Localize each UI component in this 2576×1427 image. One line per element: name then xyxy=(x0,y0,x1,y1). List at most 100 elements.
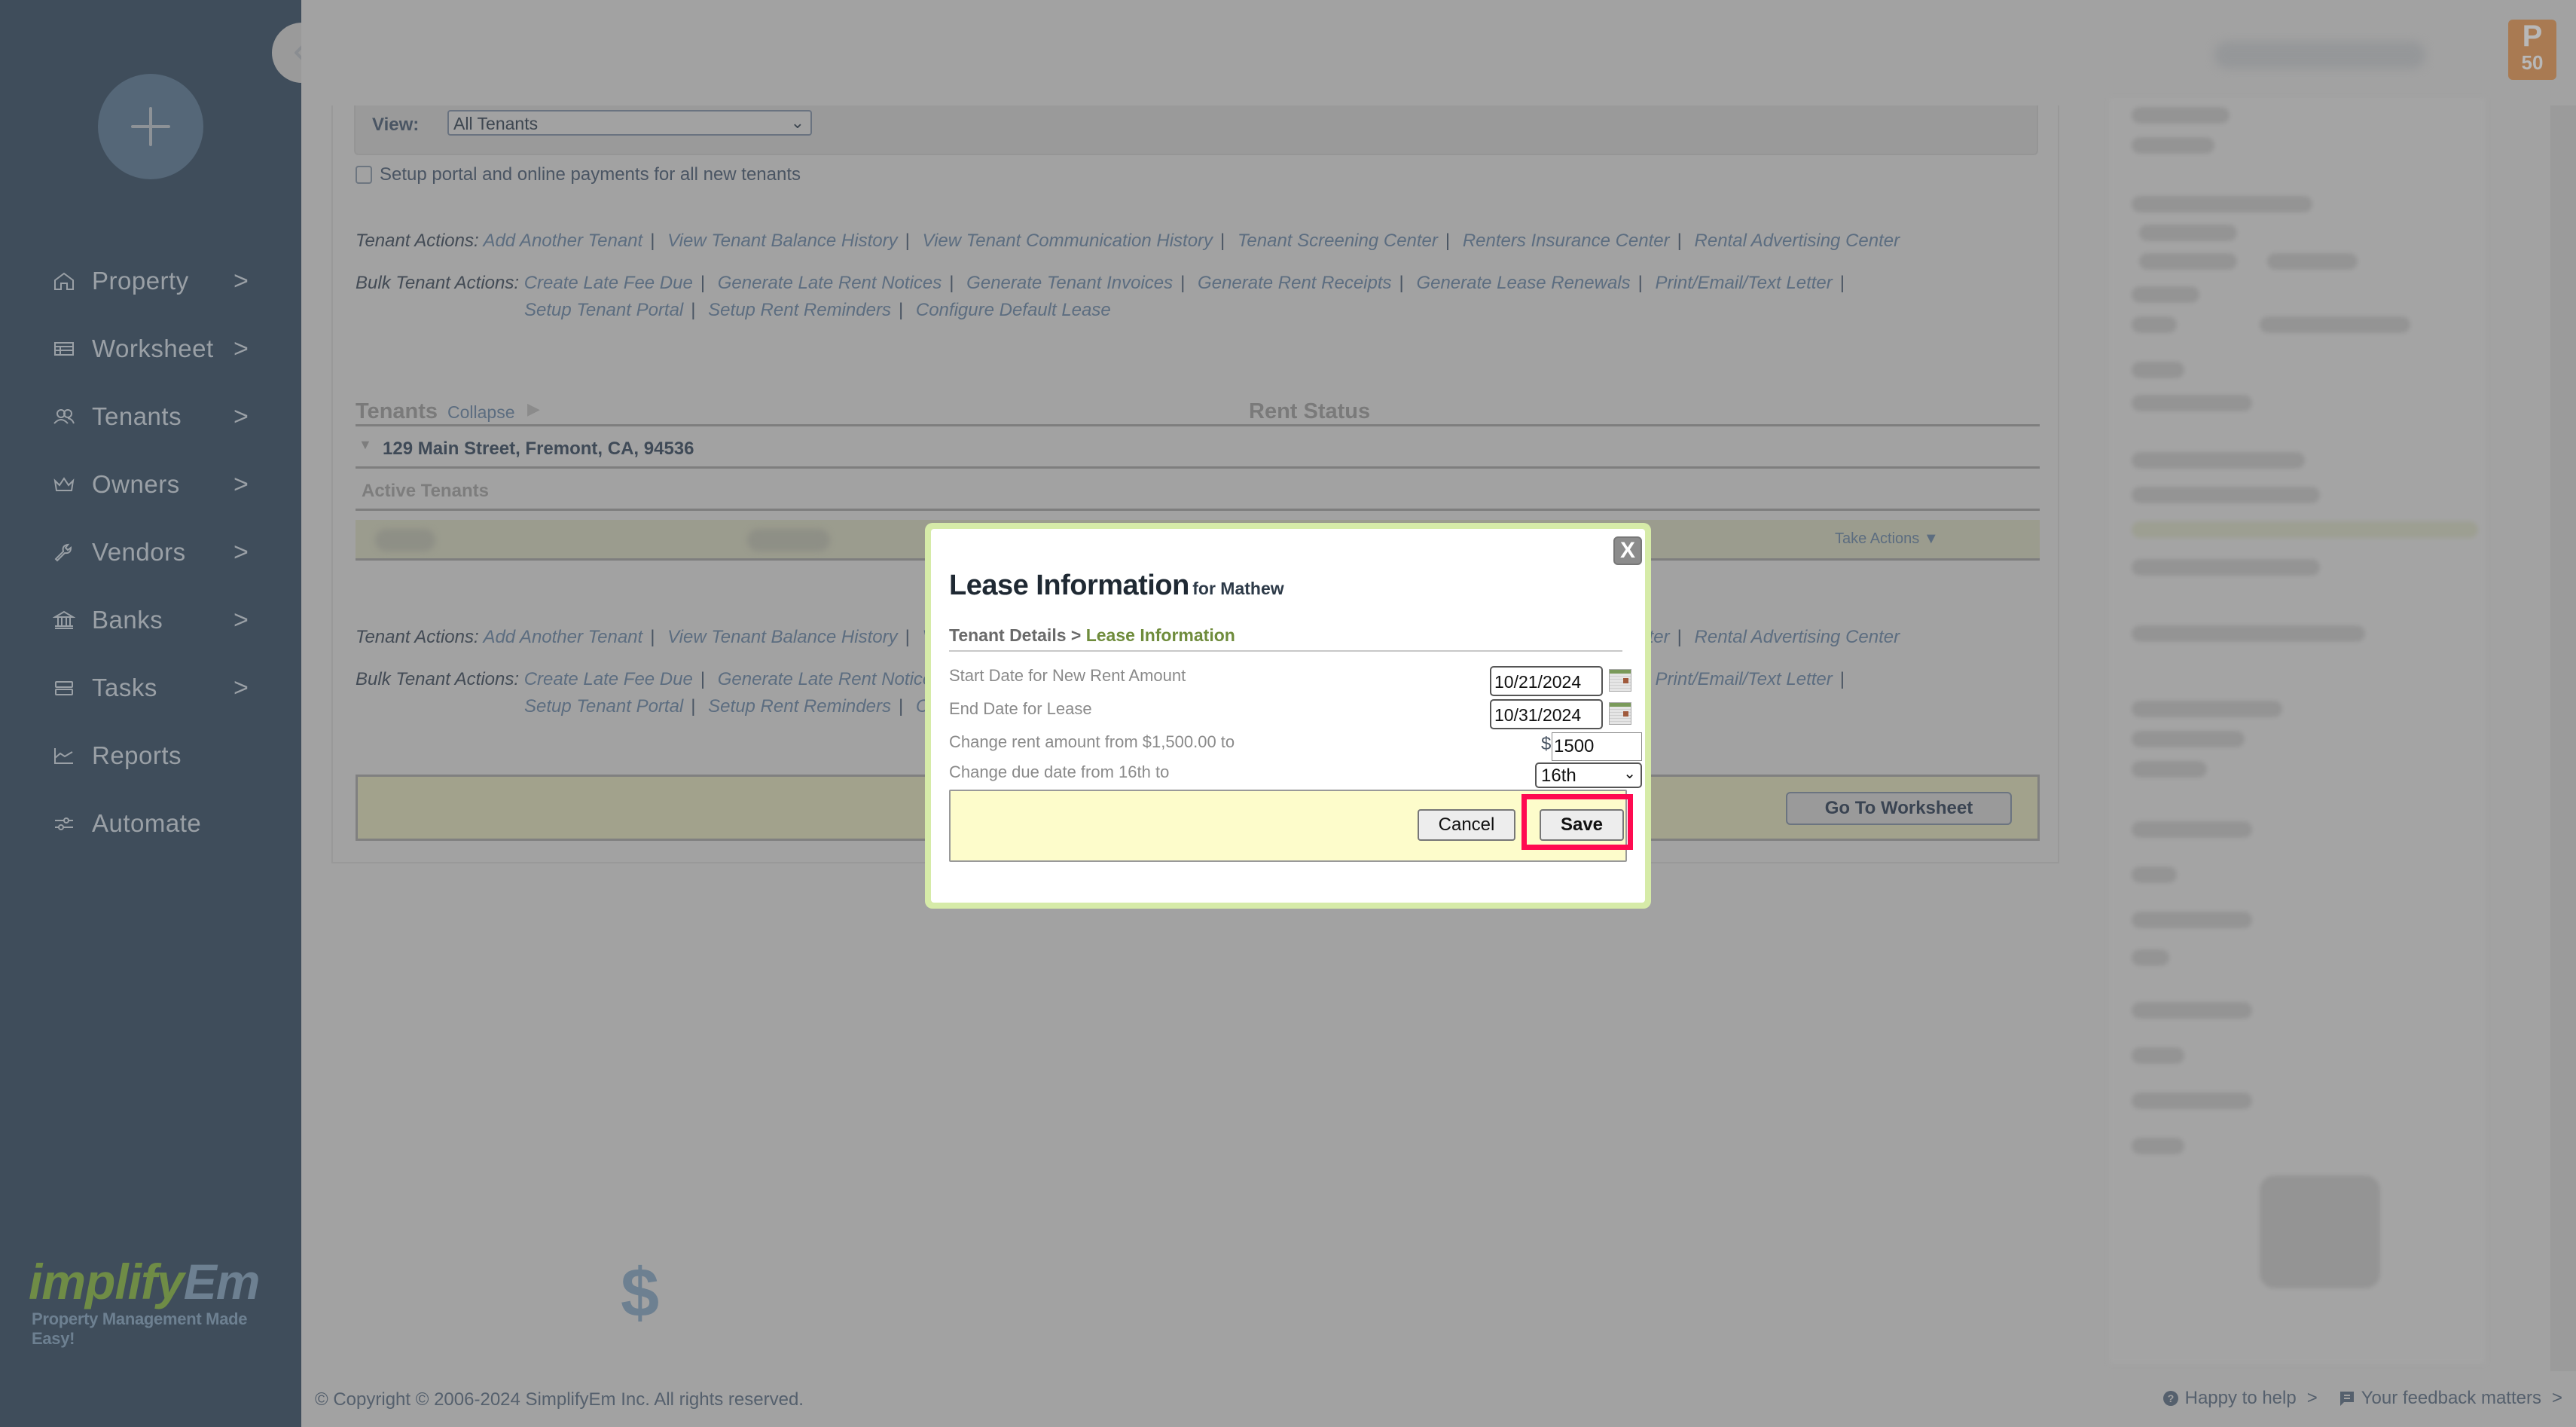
generate-invoices-link[interactable]: Generate Tenant Invoices xyxy=(966,273,1173,293)
setup-rent-reminders-link[interactable]: Setup Rent Reminders xyxy=(708,300,891,320)
worksheet-icon xyxy=(53,338,75,360)
sidebar-item-worksheet[interactable]: Worksheet > xyxy=(0,315,301,383)
generate-late-notices-link[interactable]: Generate Late Rent Notices xyxy=(718,273,942,293)
rental-advertising-center-link[interactable]: Rental Advertising Center xyxy=(1695,231,1900,251)
setup-rent-reminders-link[interactable]: Setup Rent Reminders xyxy=(708,696,891,717)
footer-links: ? Happy to help > Your feedback matters … xyxy=(2141,1388,2562,1409)
chevron-right-icon: > xyxy=(2551,1388,2562,1408)
modal-button-bar: Cancel Save xyxy=(949,790,1627,862)
rent-amount-label: Change rent amount from $1,500.00 to xyxy=(949,732,1235,751)
logo-wordmark: $ implifyEm xyxy=(29,1254,659,1331)
property-row[interactable]: ▼ 129 Main Street, Fremont, CA, 94536 xyxy=(356,426,2040,469)
print-email-letter-link[interactable]: Print/Email/Text Letter xyxy=(1656,669,1833,689)
sidebar-item-label: Automate xyxy=(92,809,202,837)
sidebar: Property > Worksheet > Tenants > Owners … xyxy=(0,0,659,1427)
go-to-worksheet-button[interactable]: Go To Worksheet xyxy=(1786,792,2012,825)
close-icon[interactable]: X xyxy=(1613,536,1642,565)
sidebar-item-vendors[interactable]: Vendors > xyxy=(0,518,301,586)
start-date-input[interactable]: 10/21/2024 xyxy=(1490,666,1603,696)
question-circle-icon: ? xyxy=(2162,1391,2178,1406)
view-balance-history-link[interactable]: View Tenant Balance History xyxy=(667,231,898,251)
sidebar-item-reports[interactable]: Reports xyxy=(0,722,301,790)
view-communication-history-link[interactable]: View Tenant Communication History xyxy=(923,231,1213,251)
view-balance-history-link[interactable]: View Tenant Balance History xyxy=(667,627,898,647)
sidebar-item-property[interactable]: Property > xyxy=(0,247,301,315)
chevron-right-icon: > xyxy=(233,469,249,499)
logo-tagline: Property Management Made Easy! xyxy=(32,1309,248,1348)
sidebar-item-label: Property xyxy=(92,267,189,295)
due-date-select[interactable]: 16th ⌄ xyxy=(1535,762,1642,788)
add-another-tenant-link[interactable]: Add Another Tenant xyxy=(483,231,642,251)
tenant-screening-center-link[interactable]: Tenant Screening Center xyxy=(1238,231,1438,251)
tenant-name-blurred xyxy=(375,529,435,552)
crown-icon xyxy=(53,473,75,496)
take-actions-dropdown[interactable]: Take Actions ▼ xyxy=(1835,530,1939,548)
end-date-row: End Date for Lease 10/31/2024 xyxy=(949,699,1631,729)
chevron-down-icon: ⌄ xyxy=(790,113,804,132)
start-date-row: Start Date for New Rent Amount 10/21/202… xyxy=(949,666,1631,696)
plan-badge[interactable]: P 50 xyxy=(2508,20,2556,80)
setup-portal-row: Setup portal and online payments for all… xyxy=(356,164,801,185)
modal-body: X Lease Information for Mathew Tenant De… xyxy=(931,529,1645,903)
calendar-icon[interactable] xyxy=(1609,669,1631,692)
help-link[interactable]: ? Happy to help > xyxy=(2162,1388,2318,1409)
bank-icon xyxy=(53,609,75,631)
calendar-icon[interactable] xyxy=(1609,702,1631,725)
print-email-letter-link[interactable]: Print/Email/Text Letter xyxy=(1656,273,1833,293)
triangle-down-icon[interactable]: ▼ xyxy=(359,437,372,453)
save-button[interactable]: Save xyxy=(1540,809,1624,841)
generate-receipts-link[interactable]: Generate Rent Receipts xyxy=(1198,273,1391,293)
lease-information-modal: X Lease Information for Mathew Tenant De… xyxy=(925,523,1651,909)
chart-line-icon xyxy=(53,744,75,767)
sidebar-item-label: Tenants xyxy=(92,402,182,430)
modal-title: Lease Information for Mathew xyxy=(949,570,1284,601)
end-date-label: End Date for Lease xyxy=(949,699,1092,718)
configure-default-lease-link[interactable]: Configure Default Lease xyxy=(916,300,1111,320)
cancel-button[interactable]: Cancel xyxy=(1418,809,1515,841)
collapse-link[interactable]: Collapse xyxy=(447,402,515,423)
sidebar-item-label: Owners xyxy=(92,470,180,498)
generate-lease-renewals-link[interactable]: Generate Lease Renewals xyxy=(1416,273,1630,293)
setup-tenant-portal-link[interactable]: Setup Tenant Portal xyxy=(524,300,683,320)
chevron-right-icon: > xyxy=(233,673,249,702)
bulk-actions-row-2: Setup Tenant Portal | Setup Rent Reminder… xyxy=(524,300,1111,320)
breadcrumb: Tenant Details > Lease Information xyxy=(949,625,1622,652)
rent-amount-row: Change rent amount from $1,500.00 to $ 1… xyxy=(949,732,1642,762)
setup-tenant-portal-link[interactable]: Setup Tenant Portal xyxy=(524,696,683,717)
sidebar-item-banks[interactable]: Banks > xyxy=(0,586,301,654)
rent-amount-input[interactable]: 1500 xyxy=(1552,732,1642,761)
view-filter-bar: View: All Tenants ⌄ xyxy=(354,105,2038,155)
view-select[interactable]: All Tenants ⌄ xyxy=(447,110,812,136)
sidebar-item-label: Worksheet xyxy=(92,335,214,362)
chevron-down-icon: ⌄ xyxy=(1623,765,1636,782)
sidebar-item-tasks[interactable]: Tasks > xyxy=(0,654,301,722)
generate-late-notices-link[interactable]: Generate Late Rent Notices xyxy=(718,669,942,689)
end-date-input[interactable]: 10/31/2024 xyxy=(1490,699,1603,729)
sidebar-item-automate[interactable]: Automate xyxy=(0,790,301,857)
sidebar-item-label: Vendors xyxy=(92,538,186,566)
create-late-fee-link[interactable]: Create Late Fee Due xyxy=(524,669,693,689)
tasks-icon xyxy=(53,677,75,699)
add-another-tenant-link[interactable]: Add Another Tenant xyxy=(483,627,642,647)
wrench-icon xyxy=(53,541,75,564)
breadcrumb-current: Lease Information xyxy=(1085,625,1235,645)
start-date-label: Start Date for New Rent Amount xyxy=(949,666,1186,685)
sidebar-item-tenants[interactable]: Tenants > xyxy=(0,383,301,451)
create-late-fee-link[interactable]: Create Late Fee Due xyxy=(524,273,693,293)
breadcrumb-tenant-details[interactable]: Tenant Details xyxy=(949,625,1067,645)
sidebar-nav: Property > Worksheet > Tenants > Owners … xyxy=(0,247,301,857)
renters-insurance-center-link[interactable]: Renters Insurance Center xyxy=(1463,231,1670,251)
chevron-right-icon: > xyxy=(233,334,249,363)
modal-title-tenant: for Mathew xyxy=(1192,579,1284,598)
rental-advertising-center-link[interactable]: Rental Advertising Center xyxy=(1695,627,1900,647)
active-tenants-label: Active Tenants xyxy=(362,481,489,501)
users-icon xyxy=(53,405,75,428)
scrollbar-track[interactable] xyxy=(2550,105,2576,1371)
setup-portal-checkbox[interactable] xyxy=(356,166,372,184)
feedback-link[interactable]: Your feedback matters > xyxy=(2339,1388,2562,1409)
feedback-chat-icon xyxy=(2339,1392,2354,1406)
sidebar-item-owners[interactable]: Owners > xyxy=(0,451,301,518)
user-email-blurred[interactable] xyxy=(2214,41,2425,69)
chevron-right-icon: > xyxy=(2306,1388,2318,1408)
add-new-button[interactable] xyxy=(98,74,203,179)
